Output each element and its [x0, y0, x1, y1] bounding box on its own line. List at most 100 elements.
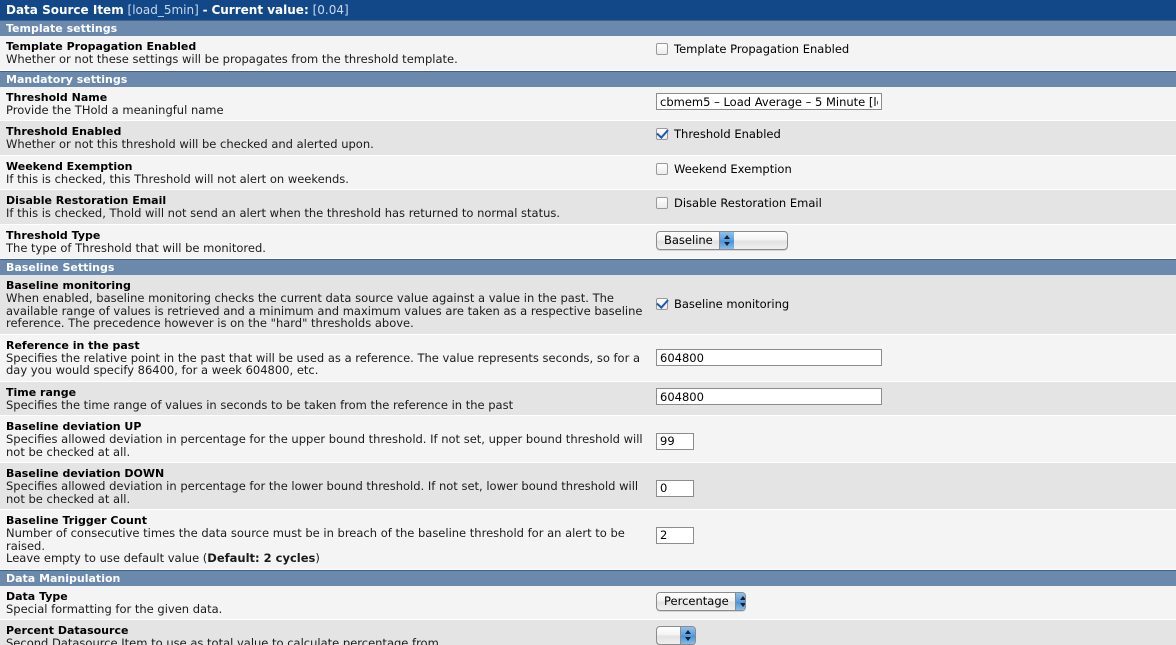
- baseline-deviation-up-input[interactable]: [656, 432, 694, 450]
- field-label: Data Type: [6, 589, 68, 603]
- row-reference-in-the-past: Reference in the past Specifies the rela…: [0, 334, 1176, 382]
- threshold-enabled-checkbox-wrap[interactable]: Threshold Enabled: [656, 127, 781, 141]
- desc-post: ): [315, 551, 320, 565]
- desc-default-bold: Default: 2 cycles: [207, 551, 316, 565]
- stepper-arrows-icon[interactable]: [718, 231, 734, 249]
- template-propagation-checkbox-wrap[interactable]: Template Propagation Enabled: [656, 42, 849, 56]
- checkbox-label: Weekend Exemption: [674, 161, 792, 176]
- row-threshold-name: Threshold Name Provide the THold a meani…: [0, 86, 1176, 121]
- field-cell: Disable Restoration Email: [650, 194, 1176, 213]
- field-description-line2: Leave empty to use default value (Defaul…: [6, 552, 644, 565]
- field-cell: [650, 514, 1176, 544]
- percent-datasource-select[interactable]: [656, 626, 696, 645]
- field-description-line1: Number of consecutive times the data sou…: [6, 526, 625, 553]
- checkbox-icon[interactable]: [656, 128, 668, 140]
- field-cell: Baseline: [650, 229, 1176, 250]
- checkbox-icon[interactable]: [656, 298, 668, 310]
- label-cell: Data Type Special formatting for the giv…: [0, 590, 650, 616]
- field-description: If this is checked, Thold will not send …: [6, 206, 561, 220]
- select-value: [657, 627, 680, 644]
- field-description: Specifies allowed deviation in percentag…: [6, 479, 639, 506]
- field-label: Weekend Exemption: [6, 159, 133, 173]
- label-cell: Percent Datasource Second Datasource Ite…: [0, 624, 650, 645]
- desc-pre: Leave empty to use default value (: [6, 551, 208, 565]
- label-cell: Threshold Name Provide the THold a meani…: [0, 91, 650, 117]
- field-cell: [650, 91, 1176, 110]
- baseline-deviation-down-input[interactable]: [656, 479, 694, 497]
- section-header-data-manipulation: Data Manipulation: [0, 569, 1176, 586]
- disable-restoration-email-checkbox-wrap[interactable]: Disable Restoration Email: [656, 196, 822, 210]
- row-baseline-deviation-down: Baseline deviation DOWN Specifies allowe…: [0, 463, 1176, 510]
- field-cell: Template Propagation Enabled: [650, 40, 1176, 59]
- row-threshold-type: Threshold Type The type of Threshold tha…: [0, 224, 1176, 259]
- label-cell: Time range Specifies the time range of v…: [0, 386, 650, 412]
- baseline-monitoring-checkbox-wrap[interactable]: Baseline monitoring: [656, 297, 789, 311]
- checkbox-icon[interactable]: [656, 197, 668, 209]
- current-value-label: Current value:: [211, 3, 309, 17]
- reference-in-the-past-input[interactable]: [656, 349, 882, 366]
- field-cell: [650, 467, 1176, 497]
- field-label: Reference in the past: [6, 338, 140, 352]
- label-cell: Baseline deviation DOWN Specifies allowe…: [0, 467, 650, 505]
- current-value: [0.04]: [312, 3, 349, 17]
- field-cell: [650, 339, 1176, 366]
- baseline-trigger-count-input[interactable]: [656, 526, 694, 544]
- checkbox-icon[interactable]: [656, 162, 668, 175]
- field-cell: [650, 420, 1176, 450]
- field-description: If this is checked, this Threshold will …: [6, 171, 349, 186]
- row-data-type: Data Type Special formatting for the giv…: [0, 585, 1176, 620]
- checkbox-label: Threshold Enabled: [674, 127, 781, 141]
- field-label: Threshold Type: [6, 228, 101, 242]
- field-description: Second Datasource Item to use as total v…: [6, 636, 443, 645]
- threshold-type-select[interactable]: Baseline: [656, 230, 788, 250]
- field-description: Specifies the time range of values in se…: [6, 397, 514, 412]
- field-cell: Percentage: [650, 590, 1176, 611]
- field-description: Provide the THold a meaningful name: [6, 102, 224, 117]
- stepper-arrows-icon[interactable]: [680, 627, 695, 644]
- select-value: Baseline: [664, 232, 713, 247]
- field-cell: Baseline monitoring: [650, 279, 1176, 314]
- checkbox-label: Baseline monitoring: [674, 297, 790, 311]
- field-description: Whether or not this threshold will be ch…: [6, 137, 374, 151]
- field-description: Special formatting for the given data.: [6, 601, 223, 616]
- data-type-select[interactable]: Percentage: [656, 591, 746, 611]
- checkbox-label: Template Propagation Enabled: [674, 42, 850, 56]
- field-cell: Threshold Enabled: [650, 125, 1176, 144]
- weekend-exemption-checkbox-wrap[interactable]: Weekend Exemption: [656, 162, 792, 176]
- section-header-mandatory-settings: Mandatory settings: [0, 70, 1176, 87]
- row-time-range: Time range Specifies the time range of v…: [0, 381, 1176, 416]
- row-threshold-enabled: Threshold Enabled Whether or not this th…: [0, 121, 1176, 156]
- title-separator: -: [202, 3, 208, 17]
- section-header-baseline-settings: Baseline Settings: [0, 259, 1176, 275]
- field-label: Time range: [6, 385, 77, 399]
- label-cell: Disable Restoration Email If this is che…: [0, 194, 650, 220]
- row-baseline-monitoring: Baseline monitoring When enabled, baseli…: [0, 275, 1176, 335]
- checkbox-label: Disable Restoration Email: [674, 196, 822, 210]
- label-cell: Baseline monitoring When enabled, baseli…: [0, 279, 650, 330]
- field-description: Whether or not these settings will be pr…: [6, 52, 458, 66]
- page-title: Data Source Item: [6, 3, 124, 17]
- label-cell: Baseline deviation UP Specifies allowed …: [0, 420, 650, 458]
- time-range-input[interactable]: [656, 388, 882, 405]
- label-cell: Weekend Exemption If this is checked, th…: [0, 160, 650, 186]
- threshold-name-input[interactable]: [656, 93, 882, 110]
- stepper-arrows-icon[interactable]: [734, 592, 745, 610]
- row-weekend-exemption: Weekend Exemption If this is checked, th…: [0, 155, 1176, 190]
- row-template-propagation: Template Propagation Enabled Whether or …: [0, 36, 1176, 71]
- label-cell: Baseline Trigger Count Number of consecu…: [0, 514, 650, 565]
- field-description: When enabled, baseline monitoring checks…: [6, 291, 643, 330]
- row-baseline-trigger-count: Baseline Trigger Count Number of consecu…: [0, 510, 1176, 570]
- row-baseline-deviation-up: Baseline deviation UP Specifies allowed …: [0, 416, 1176, 463]
- field-description: Specifies the relative point in the past…: [6, 350, 641, 377]
- label-cell: Threshold Type The type of Threshold tha…: [0, 229, 650, 255]
- checkbox-icon[interactable]: [656, 43, 668, 55]
- field-cell: Weekend Exemption: [650, 160, 1176, 179]
- page-title-bar: Data Source Item [load_5min] - Current v…: [0, 0, 1176, 20]
- field-description: Specifies allowed deviation in percentag…: [6, 432, 643, 459]
- field-cell: [650, 624, 1176, 645]
- field-description: The type of Threshold that will be monit…: [6, 240, 266, 255]
- label-cell: Template Propagation Enabled Whether or …: [0, 40, 650, 66]
- field-cell: [650, 386, 1176, 405]
- section-header-template-settings: Template settings: [0, 20, 1176, 36]
- data-source-item-name: [load_5min]: [127, 3, 199, 17]
